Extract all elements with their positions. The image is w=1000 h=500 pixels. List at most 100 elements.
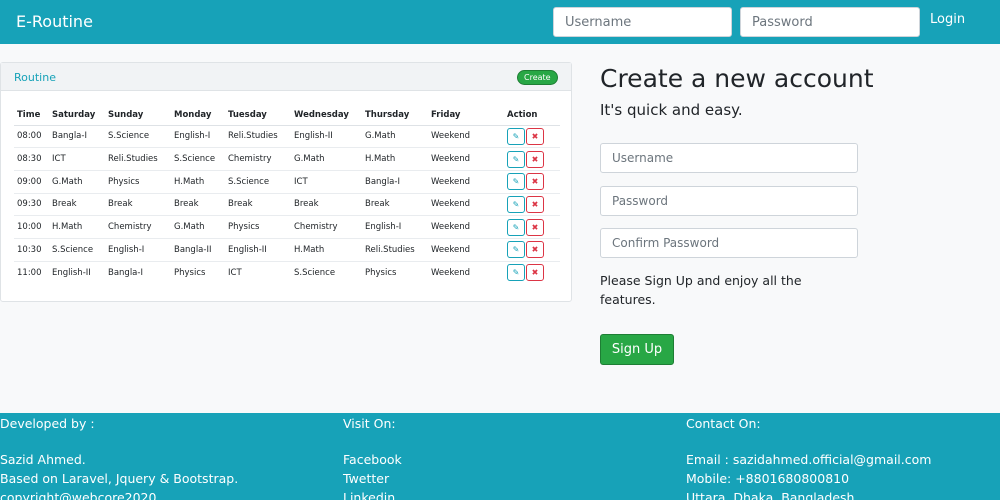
subject-cell: Bangla-I (362, 169, 428, 194)
time-cell: 10:00 (14, 215, 49, 239)
signup-note: Please Sign Up and enjoy all the feature… (600, 273, 802, 307)
subject-cell: Reli.Studies (362, 237, 428, 262)
subject-cell: G.Math (362, 124, 428, 148)
time-cell: 09:00 (14, 169, 49, 194)
footer-heading: Visit On: (343, 416, 396, 431)
routine-card-header: Routine Create (1, 63, 571, 91)
subject-cell: G.Math (291, 147, 362, 171)
edit-icon[interactable]: ✎ (507, 241, 525, 259)
edit-icon[interactable]: ✎ (507, 150, 525, 168)
subject-cell: Chemistry (225, 147, 291, 171)
column-header: Action (504, 105, 560, 126)
action-cell: ✎ ✖ (504, 169, 560, 194)
action-cell: ✎ ✖ (504, 147, 560, 171)
footer-text: Based on Laravel, Jquery & Bootstrap. (0, 471, 239, 486)
subject-cell: English-II (291, 124, 362, 148)
trash-icon[interactable]: ✖ (526, 127, 544, 145)
subject-cell: English-II (225, 237, 291, 262)
subject-cell: Physics (225, 215, 291, 239)
footer: Developed by : Sazid Ahmed. Based on Lar… (0, 413, 1000, 500)
table-row: 08:30 ICT Reli.Studies S.Science Chemistry G.… (14, 147, 560, 171)
subject-cell: English-I (171, 124, 225, 148)
routine-title: Routine (14, 71, 56, 84)
subject-cell: Physics (171, 260, 225, 284)
subject-cell: Bangla-II (171, 237, 225, 262)
create-button[interactable]: Create (517, 70, 558, 85)
subject-cell: Weekend (428, 237, 504, 262)
subject-cell: H.Math (49, 215, 105, 239)
subject-cell: S.Science (105, 124, 171, 148)
subject-cell: Weekend (428, 169, 504, 194)
subject-cell: English-I (362, 215, 428, 239)
login-username-input[interactable] (553, 7, 732, 37)
column-header: Saturday (49, 105, 105, 126)
time-cell: 08:00 (14, 124, 49, 148)
column-header: Wednesday (291, 105, 362, 126)
edit-icon[interactable]: ✎ (507, 264, 525, 282)
trash-icon[interactable]: ✖ (526, 173, 544, 191)
subject-cell: Weekend (428, 192, 504, 216)
signup-confirm-password-input[interactable] (600, 228, 858, 258)
twitter-link[interactable]: Twetter (343, 469, 402, 488)
signup-username-input[interactable] (600, 143, 858, 173)
trash-icon[interactable]: ✖ (526, 264, 544, 282)
trash-icon[interactable]: ✖ (526, 218, 544, 236)
subject-cell: Bangla-I (105, 260, 171, 284)
footer-text: Sazid Ahmed. (0, 452, 86, 467)
edit-icon[interactable]: ✎ (507, 195, 525, 213)
table-row: 08:00 Bangla-I S.Science English-I Reli.Stud… (14, 124, 560, 148)
column-header: Sunday (105, 105, 171, 126)
table-row: 11:00 English-II Bangla-I Physics ICT S.Scien… (14, 260, 560, 284)
contact-email: Email : sazidahmed.official@gmail.com (686, 452, 932, 467)
subject-cell: Weekend (428, 215, 504, 239)
subject-cell: S.Science (225, 169, 291, 194)
subject-cell: English-II (49, 260, 105, 284)
trash-icon[interactable]: ✖ (526, 195, 544, 213)
action-cell: ✎ ✖ (504, 260, 560, 284)
column-header: Friday (428, 105, 504, 126)
signup-subtitle: It's quick and easy. (600, 101, 743, 119)
table-row: 10:00 H.Math Chemistry G.Math Physics Chemist… (14, 215, 560, 239)
trash-icon[interactable]: ✖ (526, 150, 544, 168)
trash-icon[interactable]: ✖ (526, 241, 544, 259)
subject-cell: Reli.Studies (225, 124, 291, 148)
column-header: Time (14, 105, 49, 126)
subject-cell: Weekend (428, 147, 504, 171)
subject-cell: G.Math (171, 215, 225, 239)
subject-cell: Chemistry (291, 215, 362, 239)
time-cell: 09:30 (14, 192, 49, 216)
subject-cell: Physics (105, 169, 171, 194)
time-cell: 10:30 (14, 237, 49, 262)
brand-logo[interactable]: E-Routine (16, 12, 93, 31)
linkedin-link[interactable]: Linkedin (343, 488, 402, 500)
contact-address: Uttara, Dhaka, Bangladesh (686, 490, 855, 500)
column-header: Monday (171, 105, 225, 126)
subject-cell: S.Science (291, 260, 362, 284)
subject-cell: H.Math (362, 147, 428, 171)
edit-icon[interactable]: ✎ (507, 218, 525, 236)
subject-cell: Break (291, 192, 362, 216)
top-navbar: E-Routine Login (0, 0, 1000, 44)
subject-cell: Break (225, 192, 291, 216)
subject-cell: Chemistry (105, 215, 171, 239)
contact-mobile: Mobile: +8801680800810 (686, 471, 850, 486)
time-cell: 11:00 (14, 260, 49, 284)
signup-button[interactable]: Sign Up (600, 334, 674, 365)
subject-cell: ICT (49, 147, 105, 171)
action-cell: ✎ ✖ (504, 124, 560, 148)
edit-icon[interactable]: ✎ (507, 127, 525, 145)
action-cell: ✎ ✖ (504, 215, 560, 239)
column-header: Thursday (362, 105, 428, 126)
routine-table: Time Saturday Sunday Monday Tuesday Wedn… (14, 105, 560, 284)
facebook-link[interactable]: Facebook (343, 450, 402, 469)
table-row: 10:30 S.Science English-I Bangla-II English-… (14, 237, 560, 262)
routine-card: Routine Create Time Saturday Sunday Mond… (0, 62, 572, 302)
signup-password-input[interactable] (600, 186, 858, 216)
subject-cell: Break (362, 192, 428, 216)
subject-cell: G.Math (49, 169, 105, 194)
table-header-row: Time Saturday Sunday Monday Tuesday Wedn… (14, 105, 560, 126)
login-button[interactable]: Login (930, 12, 965, 27)
footer-developed-column: Developed by : Sazid Ahmed. Based on Lar… (0, 417, 238, 500)
edit-icon[interactable]: ✎ (507, 173, 525, 191)
login-password-input[interactable] (740, 7, 920, 37)
